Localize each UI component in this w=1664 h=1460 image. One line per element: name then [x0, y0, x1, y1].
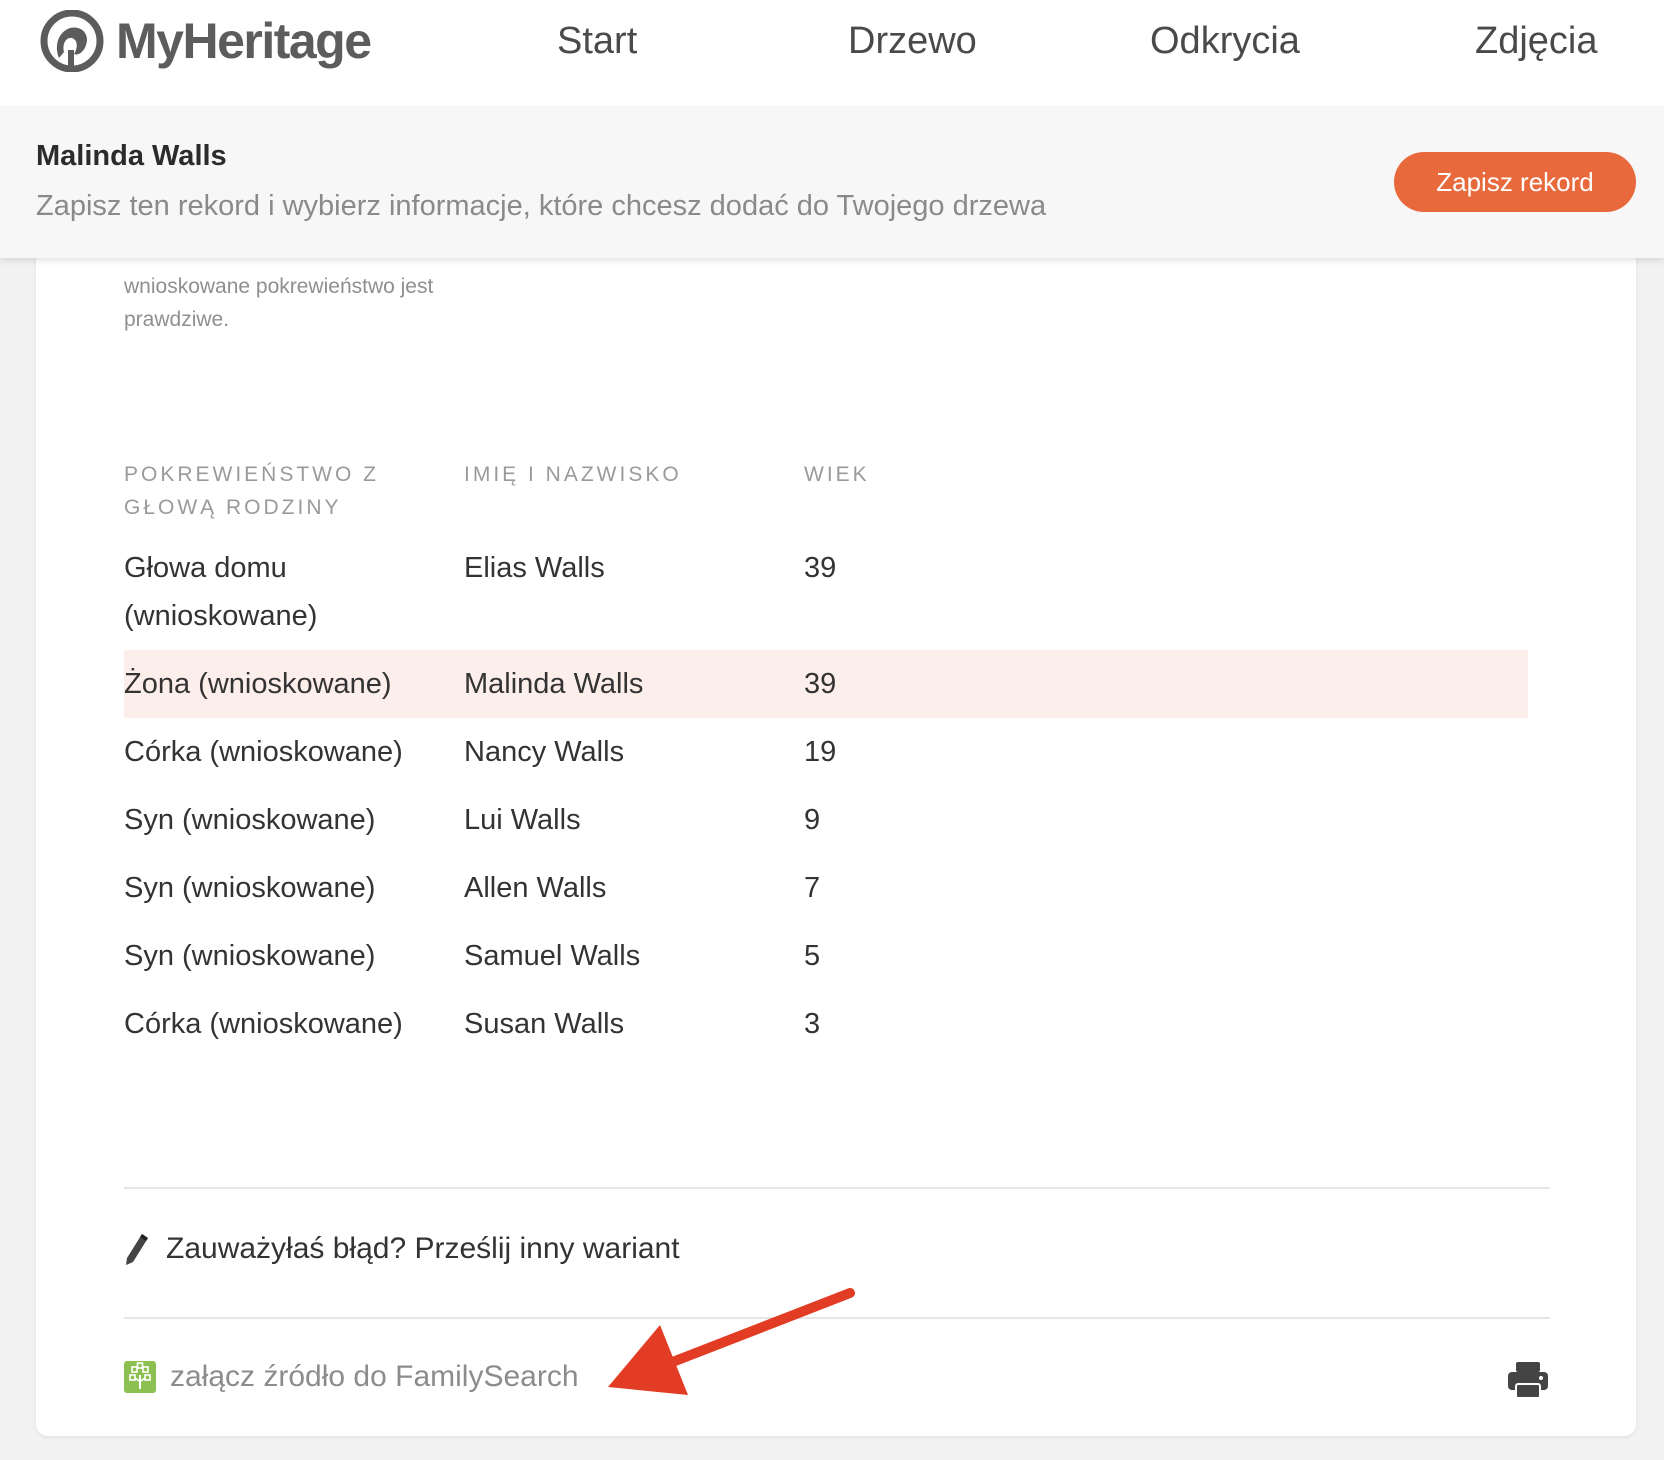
relation-cell: Córka (wnioskowane) — [124, 736, 403, 768]
nav-zdjecia[interactable]: Zdjęcia — [1475, 20, 1598, 63]
relation-cell: Córka (wnioskowane) — [124, 1008, 403, 1040]
age-cell: 19 — [804, 736, 837, 768]
header-relation-line: GŁOWĄ RODZINY — [124, 496, 342, 519]
name-cell: Nancy Walls — [464, 736, 625, 768]
familysearch-tree-icon — [124, 1361, 156, 1393]
logo[interactable]: MyHeritage — [34, 10, 372, 72]
logo-text: MyHeritage — [116, 13, 372, 69]
relation-cell: Syn (wnioskowane) — [124, 804, 376, 836]
nav-drzewo[interactable]: Drzewo — [848, 20, 977, 63]
divider — [124, 1187, 1550, 1189]
myheritage-logo-icon — [40, 10, 104, 72]
relation-cell: Głowa domu (wnioskowane) — [124, 552, 318, 632]
relationship-notice: wnioskowane pokrewieństwo jest prawdziwe… — [124, 270, 484, 336]
header-age: WIEK — [804, 463, 870, 486]
table-row: Córka (wnioskowane) Nancy Walls 19 — [124, 728, 1528, 776]
table-row: Głowa domu (wnioskowane) Elias Walls 39 — [124, 544, 1528, 640]
table-row-highlighted: Żona (wnioskowane) Malinda Walls 39 — [124, 650, 1528, 718]
nav-start[interactable]: Start — [557, 20, 637, 63]
name-cell: Allen Walls — [464, 872, 607, 904]
table-row: Syn (wnioskowane) Lui Walls 9 — [124, 796, 1528, 844]
name-cell: Lui Walls — [464, 804, 581, 836]
relation-cell: Syn (wnioskowane) — [124, 940, 376, 972]
nav-odkrycia[interactable]: Odkrycia — [1150, 20, 1300, 63]
suggest-correction-link[interactable]: Zauważyłaś błąd? Prześlij inny wariant — [124, 1232, 680, 1266]
record-subtitle: Zapisz ten rekord i wybierz informacje, … — [36, 190, 1047, 222]
notice-line: wnioskowane pokrewieństwo jest — [124, 275, 434, 298]
record-bar: Malinda Walls Zapisz ten rekord i wybier… — [0, 106, 1664, 258]
relation-cell: Syn (wnioskowane) — [124, 872, 376, 904]
name-cell: Samuel Walls — [464, 940, 641, 972]
age-cell: 9 — [804, 804, 821, 836]
table-row: Syn (wnioskowane) Allen Walls 7 — [124, 864, 1528, 912]
top-navigation: MyHeritage Start Drzewo Odkrycia Zdjęcia — [0, 0, 1664, 106]
relation-cell: Żona (wnioskowane) — [124, 668, 392, 700]
attach-familysearch-link[interactable]: załącz źródło do FamilySearch — [124, 1360, 579, 1394]
table-row: Córka (wnioskowane) Susan Walls 3 — [124, 1000, 1528, 1048]
age-cell: 7 — [804, 872, 821, 904]
arrow-annotation — [608, 1288, 855, 1395]
printer-icon[interactable] — [1506, 1360, 1550, 1400]
save-record-button[interactable]: Zapisz rekord — [1394, 152, 1636, 212]
name-cell: Malinda Walls — [464, 668, 644, 700]
age-cell: 39 — [804, 668, 837, 700]
header-relation: POKREWIEŃSTWO Z GŁOWĄ RODZINY — [124, 458, 379, 524]
name-cell: Elias Walls — [464, 552, 605, 584]
pencil-icon — [126, 1234, 148, 1265]
feedback-text[interactable]: Zauważyłaś błąd? Prześlij inny wariant — [166, 1232, 680, 1266]
notice-line: prawdziwe. — [124, 308, 230, 331]
table-row: Syn (wnioskowane) Samuel Walls 5 — [124, 932, 1528, 980]
name-cell: Susan Walls — [464, 1008, 625, 1040]
header-name: IMIĘ I NAZWISKO — [464, 463, 682, 486]
header-relation-line: POKREWIEŃSTWO Z — [124, 463, 379, 486]
record-title: Malinda Walls — [36, 140, 227, 172]
age-cell: 39 — [804, 552, 837, 584]
age-cell: 3 — [804, 1008, 821, 1040]
familysearch-text[interactable]: załącz źródło do FamilySearch — [170, 1360, 579, 1394]
age-cell: 5 — [804, 940, 821, 972]
